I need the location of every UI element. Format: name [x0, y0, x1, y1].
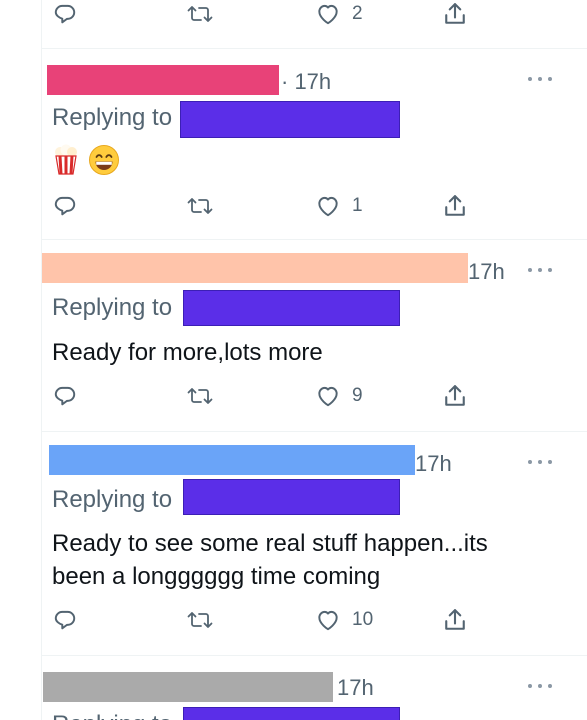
like-button[interactable]: 10: [314, 604, 373, 636]
tweet-text: Ready for more,lots more: [52, 339, 323, 366]
tweet-reply[interactable]: 17h Replying to: [0, 655, 587, 720]
tweet-reply[interactable]: · 17h Replying to 1: [0, 48, 587, 239]
reply-icon: [54, 4, 76, 24]
share-icon: [445, 195, 465, 216]
retweet-icon: [187, 198, 213, 214]
tweet-time[interactable]: · 17h: [281, 71, 331, 93]
share-button[interactable]: [441, 0, 469, 30]
replying-to-label: Replying to: [52, 104, 173, 131]
like-button[interactable]: 2: [314, 0, 363, 30]
share-button[interactable]: [441, 380, 469, 412]
share-button[interactable]: [441, 190, 469, 222]
share-icon: [445, 385, 465, 406]
share-icon: [445, 609, 465, 630]
share-icon: [445, 3, 465, 24]
like-count: 1: [352, 195, 363, 216]
more-options-icon[interactable]: [528, 458, 552, 466]
like-count: 2: [352, 3, 363, 24]
heart-icon: [318, 610, 338, 631]
like-count: 9: [352, 385, 363, 406]
tweet-actions: 10: [0, 604, 587, 636]
mention-redacted[interactable]: [183, 290, 400, 326]
tweet-reply[interactable]: 17h Replying to Ready to see some real s…: [0, 431, 587, 655]
reply-button[interactable]: [52, 380, 78, 412]
popcorn-emoji: [55, 144, 77, 175]
more-options-icon[interactable]: [528, 75, 552, 83]
grinning-face-emoji: [89, 145, 119, 175]
retweet-icon: [187, 6, 213, 22]
reply-icon: [54, 610, 76, 630]
reply-button[interactable]: [52, 604, 78, 636]
mention-redacted[interactable]: [180, 101, 400, 138]
like-count: 10: [352, 609, 374, 630]
retweet-button[interactable]: [186, 604, 214, 636]
tweet-time[interactable]: 17h: [337, 677, 374, 699]
author-name-redacted: [43, 672, 333, 702]
tweet-actions: 1: [0, 190, 587, 222]
tweet-text: Ready to see some real stuff happen...it…: [52, 530, 488, 590]
author-name-redacted: [42, 253, 468, 283]
tweet-time[interactable]: 17h: [415, 453, 452, 475]
replying-to-label: Replying to: [52, 294, 173, 321]
retweet-button[interactable]: [186, 190, 214, 222]
replying-to-label: Replying to: [52, 486, 173, 513]
heart-icon: [318, 4, 338, 25]
reply-button[interactable]: [52, 0, 78, 30]
reply-button[interactable]: [52, 190, 78, 222]
replying-to-label: Replying to: [52, 713, 172, 720]
author-name-redacted: [47, 65, 279, 95]
top-tweet-actions: 2: [0, 0, 587, 30]
heart-icon: [318, 196, 338, 217]
like-button[interactable]: 1: [314, 190, 363, 222]
like-button[interactable]: 9: [314, 380, 363, 412]
mention-redacted[interactable]: [183, 479, 400, 515]
author-name-redacted: [49, 445, 415, 475]
reply-icon: [54, 196, 76, 216]
mention-redacted[interactable]: [183, 707, 400, 720]
reply-icon: [54, 386, 76, 406]
retweet-icon: [187, 388, 213, 404]
retweet-button[interactable]: [186, 0, 214, 30]
more-options-icon[interactable]: [528, 266, 552, 274]
more-options-icon[interactable]: [528, 682, 552, 690]
tweet-time[interactable]: 17h: [468, 261, 505, 283]
retweet-icon: [187, 612, 213, 628]
tweet-actions: 9: [0, 380, 587, 412]
heart-icon: [318, 386, 338, 407]
retweet-button[interactable]: [186, 380, 214, 412]
tweet-emoji-content: [52, 143, 120, 177]
tweet-replies-feed: 2 · 17h Replying to 1 17h Replying to Re…: [0, 0, 587, 720]
tweet-reply[interactable]: 17h Replying to Ready for more,lots more…: [0, 239, 587, 431]
share-button[interactable]: [441, 604, 469, 636]
